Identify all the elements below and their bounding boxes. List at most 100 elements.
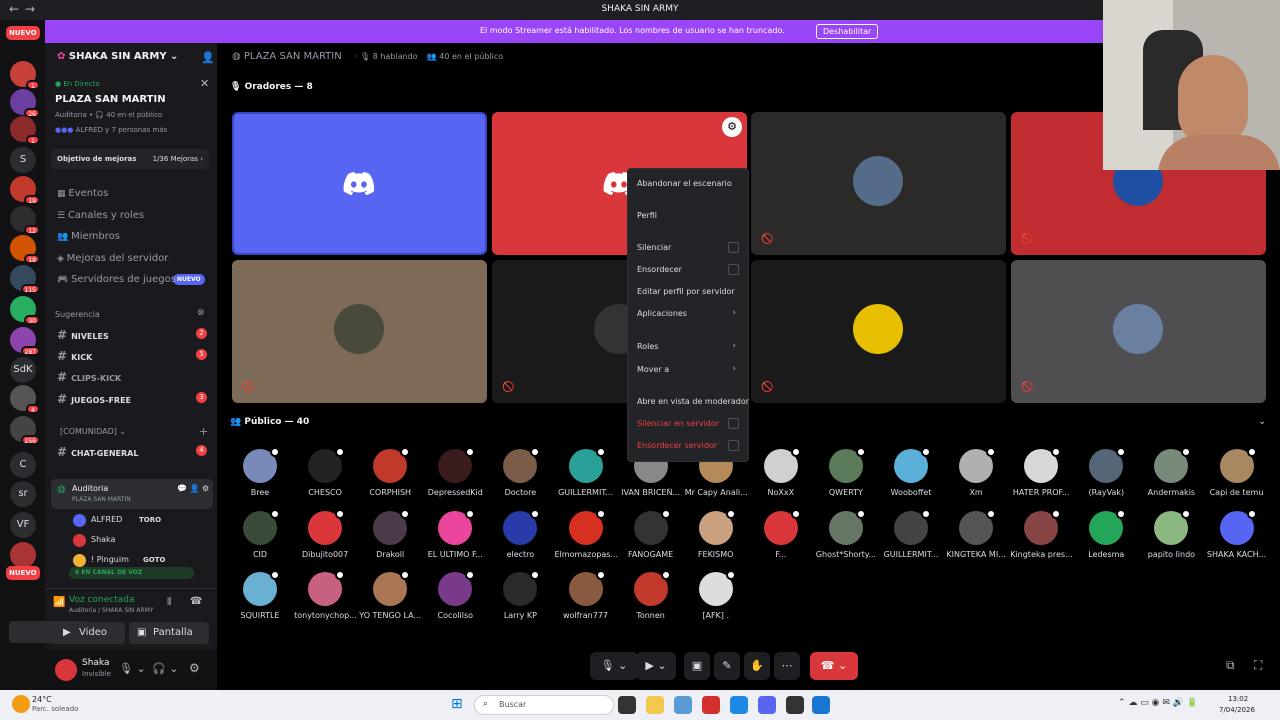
- app-icon[interactable]: [702, 696, 720, 714]
- channel-niveles[interactable]: # NIVELES: [57, 328, 109, 342]
- leave-stage-button[interactable]: ☎ ⌄: [810, 652, 858, 680]
- audience-member[interactable]: Ledesma: [1075, 508, 1137, 559]
- server-icon[interactable]: sr: [10, 481, 36, 507]
- copilot-icon[interactable]: [674, 696, 692, 714]
- audience-member[interactable]: Ghost*Shorty...: [815, 508, 877, 559]
- audience-member[interactable]: Andermakis: [1140, 447, 1202, 497]
- server-icon[interactable]: 4: [10, 385, 40, 414]
- server-icon[interactable]: 30: [10, 296, 40, 325]
- audience-member[interactable]: FEKISMO: [685, 508, 747, 559]
- audience-member[interactable]: [AFK] .: [685, 570, 747, 620]
- audience-member[interactable]: F...: [750, 508, 812, 559]
- audience-member[interactable]: (RayVak): [1075, 447, 1137, 497]
- camera-toggle-button[interactable]: ▶ ⌄: [636, 652, 676, 680]
- audience-member[interactable]: DepressedKid: [424, 447, 486, 497]
- user-name[interactable]: Shaka: [82, 658, 110, 668]
- close-icon[interactable]: ✕: [200, 77, 209, 90]
- audience-member[interactable]: papito lindo: [1140, 508, 1202, 559]
- system-tray-icons[interactable]: ⌃ ☁ ▭ ◉ ✉ 🔊 🔋: [1118, 698, 1198, 708]
- more-options-button[interactable]: ⋯: [774, 652, 800, 680]
- settings-gear-icon[interactable]: ⚙: [189, 661, 200, 675]
- server-icon[interactable]: 18: [10, 235, 40, 264]
- audience-member[interactable]: Bree: [229, 447, 291, 497]
- server-icon[interactable]: 26: [10, 89, 40, 118]
- channel-clips-kick[interactable]: # CLIPS-KICK: [57, 370, 121, 384]
- server-icon[interactable]: SdK: [10, 357, 36, 383]
- server-icon[interactable]: 115: [10, 265, 40, 294]
- context-menu-item[interactable]: Perfil: [628, 207, 748, 225]
- server-icon[interactable]: 287: [10, 327, 40, 356]
- sidebar-item-calendar[interactable]: ▦ Eventos: [57, 188, 108, 199]
- audience-member[interactable]: Larry KP: [489, 570, 551, 620]
- speaker-tile[interactable]: [232, 112, 487, 255]
- windows-start-icon[interactable]: ⊞: [451, 696, 463, 712]
- speaker-tile[interactable]: 🚫: [751, 260, 1006, 403]
- sidebar-item-list[interactable]: ☰ Canales y roles: [57, 210, 144, 221]
- weather-icon[interactable]: [12, 695, 30, 713]
- audience-member[interactable]: CID: [229, 508, 291, 559]
- context-menu-item[interactable]: Editar perfil por servidor: [628, 283, 748, 301]
- audience-member[interactable]: tonytonychop...: [294, 570, 356, 620]
- audience-member[interactable]: Dibujito007: [294, 508, 356, 559]
- video-button-bg[interactable]: ▶ Video: [51, 622, 125, 644]
- disable-streamer-button[interactable]: Deshabilitar: [816, 24, 879, 39]
- server-icon[interactable]: C: [10, 452, 36, 478]
- user-avatar[interactable]: [55, 659, 77, 681]
- fullscreen-icon[interactable]: ⛶: [1254, 658, 1262, 673]
- audience-member[interactable]: EL ULTIMO F...: [424, 508, 486, 559]
- context-menu-item[interactable]: Silenciar en servidor: [628, 415, 748, 433]
- obs-icon[interactable]: [786, 696, 804, 714]
- audience-member[interactable]: Doctore: [489, 447, 551, 497]
- voice-user[interactable]: ALFRED TORO: [73, 513, 213, 529]
- audience-member[interactable]: SQUIRTLE: [229, 570, 291, 620]
- audience-member[interactable]: Tonnen: [620, 570, 682, 620]
- invite-to-speak-button[interactable]: ✋: [744, 652, 770, 680]
- audience-member[interactable]: FANOGAME: [620, 508, 682, 559]
- speaker-tile[interactable]: 🚫: [1011, 260, 1266, 403]
- collapse-audience-icon[interactable]: ⌄: [1258, 416, 1266, 427]
- server-icon[interactable]: 256: [10, 416, 40, 445]
- audience-member[interactable]: electro: [489, 508, 551, 559]
- boost-goal-bar[interactable]: Objetivo de mejoras 1/36 Mejoras ›: [51, 149, 209, 169]
- audience-member[interactable]: QWERTY: [815, 447, 877, 497]
- mic-icon[interactable]: 🎙 ⌄: [119, 662, 146, 675]
- audience-member[interactable]: wolfran777: [555, 570, 617, 620]
- voice-channel-auditoria[interactable]: ◍ Auditoria PLAZA SAN MARTIN 💬 👤 ⚙: [51, 479, 213, 509]
- file-explorer-icon[interactable]: [646, 696, 664, 714]
- audience-member[interactable]: Cocolilso: [424, 570, 486, 620]
- speaker-tile[interactable]: 🚫: [232, 260, 487, 403]
- server-icon[interactable]: VF: [10, 512, 36, 538]
- stage-name[interactable]: PLAZA SAN MARTIN: [55, 94, 166, 105]
- context-menu-item[interactable]: Abre en vista de moderador: [628, 393, 749, 411]
- screen-button[interactable]: ▣ Pantalla: [129, 622, 209, 644]
- context-menu-item[interactable]: Roles ›: [628, 338, 748, 356]
- audience-member[interactable]: GUILLERMIT...: [555, 447, 617, 497]
- server-icon[interactable]: 1: [10, 116, 40, 145]
- audience-member[interactable]: SHAKA KACH...: [1206, 508, 1268, 559]
- context-menu-item[interactable]: Aplicaciones ›: [628, 305, 748, 323]
- popout-icon[interactable]: ⧉: [1226, 658, 1235, 673]
- channel-juegos-free[interactable]: # JUEGOS-FREE: [57, 392, 131, 406]
- server-icon[interactable]: 12: [10, 206, 40, 235]
- sidebar-item-members[interactable]: 👥 Miembros: [57, 231, 120, 242]
- audience-member[interactable]: KINGTEKA MI...: [945, 508, 1007, 559]
- voice-user[interactable]: ! Pinguim GOTO: [73, 553, 213, 569]
- server-icon[interactable]: 1: [10, 61, 40, 90]
- noise-suppression-icon[interactable]: ⦀: [167, 597, 171, 608]
- audience-member[interactable]: Xm: [945, 447, 1007, 497]
- voice-user[interactable]: Shaka: [73, 533, 213, 549]
- audience-member[interactable]: HATER PROF...: [1010, 447, 1072, 497]
- category-comunidad[interactable]: [COMUNIDAD] ⌄: [60, 427, 126, 436]
- screen-share-button[interactable]: ▣: [684, 652, 710, 680]
- edge-icon[interactable]: [730, 696, 748, 714]
- app2-icon[interactable]: [812, 696, 830, 714]
- audience-member[interactable]: Wooboffet: [880, 447, 942, 497]
- speaker-tile[interactable]: 🚫: [751, 112, 1006, 255]
- audience-member[interactable]: Kingteka pres...: [1010, 508, 1072, 559]
- audience-member[interactable]: Drakoll: [359, 508, 421, 559]
- audience-member[interactable]: Elmomazopas...: [555, 508, 617, 559]
- audience-member[interactable]: GUILLERMIT...: [880, 508, 942, 559]
- headphones-icon[interactable]: 🎧 ⌄: [152, 662, 178, 675]
- discord-icon[interactable]: [758, 696, 776, 714]
- context-menu-item[interactable]: Ensordecer servidor: [628, 437, 748, 455]
